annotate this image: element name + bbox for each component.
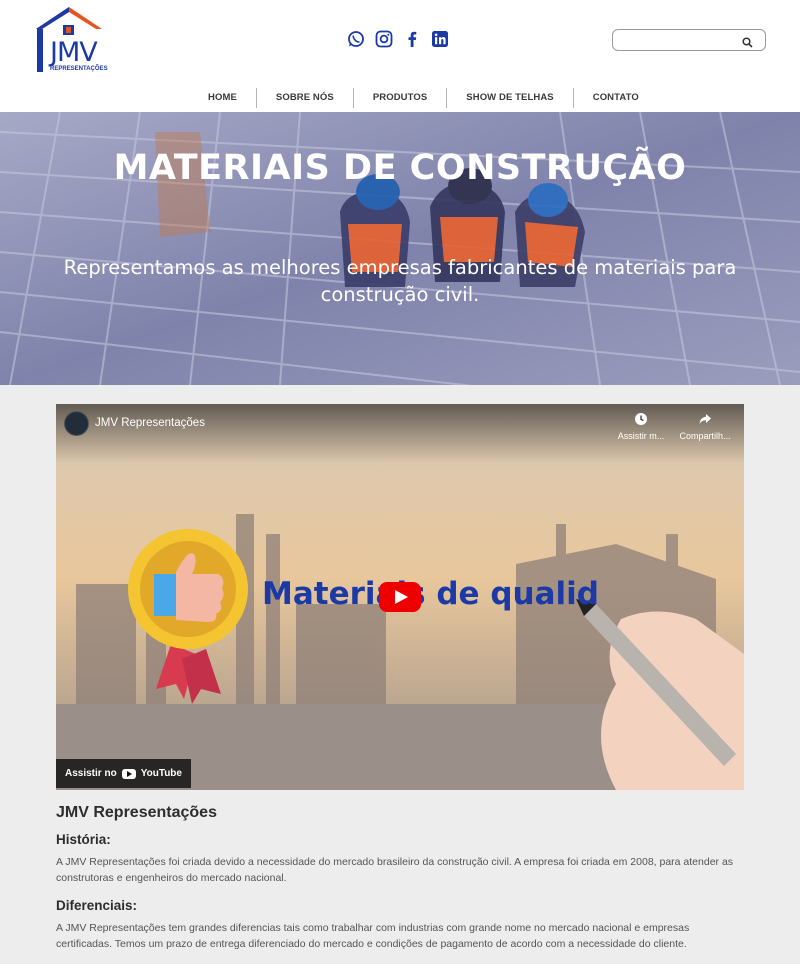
nav-item-sobre-nos[interactable]: SOBRE NÓS	[257, 88, 354, 108]
youtube-logo-icon	[121, 768, 136, 779]
history-title: História:	[56, 832, 111, 847]
facebook-icon[interactable]	[403, 30, 421, 48]
nav-item-show-de-telhas[interactable]: SHOW DE TELHAS	[447, 88, 574, 108]
clock-icon	[634, 412, 648, 426]
hero-title: MATERIAIS DE CONSTRUÇÃO	[113, 148, 687, 188]
logo-text: JMV	[50, 37, 98, 68]
hero-subtitle: Representamos as melhores empresas fabri…	[63, 256, 737, 306]
jmv-logo[interactable]: JMV REPRESENTAÇÕES	[34, 5, 108, 75]
social-links	[347, 30, 449, 48]
share-icon	[698, 412, 712, 426]
watch-later-button[interactable]: Assistir m...	[612, 412, 670, 441]
nav-item-contato[interactable]: CONTATO	[574, 88, 658, 108]
watch-later-label: Assistir m...	[617, 431, 665, 441]
search-input[interactable]	[619, 32, 739, 48]
share-button[interactable]: Compartilh...	[676, 412, 734, 441]
nav-item-home[interactable]: HOME	[189, 88, 257, 108]
youtube-label: YouTube	[140, 768, 182, 779]
watch-on-youtube-button[interactable]: Assistir no YouTube	[56, 759, 191, 788]
play-button[interactable]	[379, 582, 421, 612]
site-header: JMV REPRESENTAÇÕES HOME SOBRE NÓS PRODUT…	[0, 0, 800, 112]
channel-avatar[interactable]	[64, 411, 89, 436]
about-section: JMV Representações História: A JMV Repre…	[56, 804, 746, 964]
differentials-title: Diferenciais:	[56, 898, 138, 913]
differentials-text: A JMV Representações tem grandes diferen…	[56, 922, 690, 950]
nav-item-produtos[interactable]: PRODUTOS	[354, 88, 448, 108]
search-box	[612, 29, 766, 51]
section-heading: JMV Representações	[56, 804, 217, 821]
youtube-video-embed[interactable]: JMV Representações Assistir m... Compart…	[56, 404, 744, 790]
logo-subtext: REPRESENTAÇÕES	[50, 66, 108, 72]
video-channel-title[interactable]: JMV Representações	[95, 417, 205, 429]
hero-banner: MATERIAIS DE CONSTRUÇÃO Representamos as…	[0, 112, 800, 385]
linkedin-icon[interactable]	[431, 30, 449, 48]
video-overlay-text: Materiais de qualid	[262, 576, 599, 612]
history-text: A JMV Representações foi criada devido a…	[56, 856, 734, 884]
watch-on-label: Assistir no	[65, 768, 117, 779]
instagram-icon[interactable]	[375, 30, 393, 48]
share-label: Compartilh...	[679, 431, 731, 441]
search-icon[interactable]	[742, 35, 753, 48]
whatsapp-icon[interactable]	[347, 30, 365, 48]
main-nav: HOME SOBRE NÓS PRODUTOS SHOW DE TELHAS C…	[189, 88, 658, 108]
